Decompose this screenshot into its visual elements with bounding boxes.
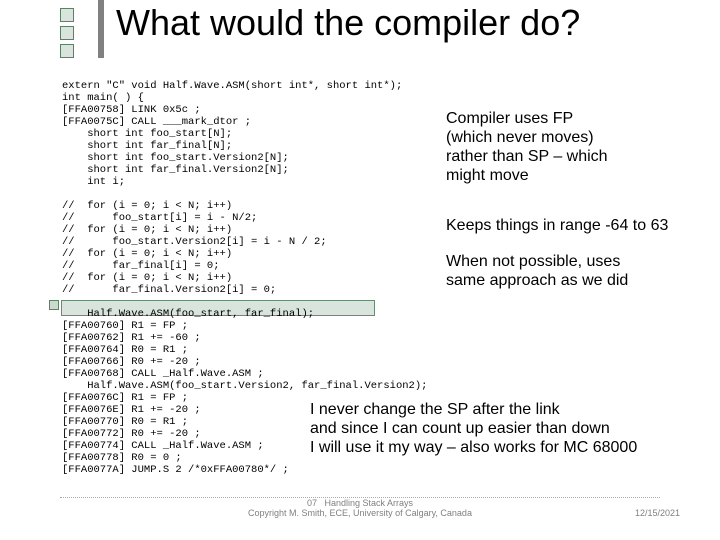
- title-bar: What would the compiler do?: [0, 0, 720, 58]
- footer-text: Handling Stack ArraysCopyright M. Smith,…: [248, 498, 472, 518]
- annotation-range: Keeps things in range -64 to 63: [446, 216, 668, 235]
- bullet-box: [60, 44, 74, 58]
- annotation-approach: When not possible, usessame approach as …: [446, 252, 628, 290]
- footer-center: 07 Handling Stack ArraysCopyright M. Smi…: [60, 497, 660, 518]
- bullet-box: [60, 8, 74, 22]
- annotation-sp: I never change the SP after the linkand …: [310, 400, 637, 457]
- slide-title: What would the compiler do?: [116, 2, 580, 44]
- title-divider: [98, 0, 104, 58]
- row-bullet: [49, 300, 59, 310]
- footer-page: 07: [307, 498, 317, 508]
- footer-date: 12/15/2021: [635, 508, 680, 518]
- bullet-box: [60, 26, 74, 40]
- title-bullets: [60, 8, 74, 62]
- annotation-fp: Compiler uses FP(which never moves)rathe…: [446, 109, 608, 185]
